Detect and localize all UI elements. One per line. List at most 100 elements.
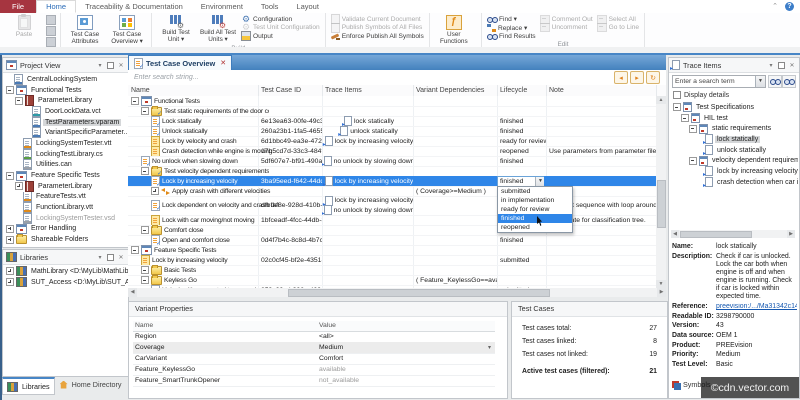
close-icon[interactable]: ✕ <box>117 254 125 261</box>
dropdown-option[interactable]: submitted <box>498 187 572 196</box>
panel-menu-icon[interactable]: ▾ <box>767 62 775 69</box>
find-button[interactable]: Find ▾ <box>485 15 538 24</box>
horizontal-scrollbar[interactable]: ◀ ▶ <box>128 288 666 297</box>
project-item-testparameters-vparam[interactable]: TestParameters.vparam <box>3 117 128 128</box>
panel-menu-icon[interactable]: ▾ <box>96 254 104 261</box>
trace-tree-scrollbar[interactable]: ◀ ▶ <box>671 230 795 238</box>
project-item-feature-specific-tests[interactable]: Feature Specific Tests <box>3 170 128 181</box>
expander-icon[interactable] <box>6 278 14 286</box>
expander-icon[interactable] <box>141 266 149 274</box>
detail-value[interactable]: preevision:/.../Ma31342c143ae... <box>716 303 797 311</box>
library-item-mathlibrary-d-mylib-mathlibr-[interactable]: MathLibrary <D:\MyLib\MathLibr... <box>3 266 128 277</box>
close-icon[interactable]: ✕ <box>788 62 796 69</box>
dropdown-option[interactable]: ready for review <box>498 205 572 214</box>
find-all-button[interactable] <box>782 75 796 88</box>
scroll-down-icon[interactable]: ▼ <box>656 280 666 288</box>
project-item-functionlibrary-vtt[interactable]: FunctionLibrary.vtt <box>3 202 128 213</box>
scrollbar-thumb[interactable] <box>680 231 752 238</box>
project-item-error-handling[interactable]: Error Handling <box>3 224 128 235</box>
expander-icon[interactable] <box>151 187 159 195</box>
project-item-utilities-can[interactable]: Utilities.can <box>3 160 128 171</box>
test-case-attributes-button[interactable]: Test Case Attributes <box>64 14 106 47</box>
ribbon-tab-tools[interactable]: Tools <box>252 0 288 13</box>
scrollbar-thumb[interactable] <box>288 289 550 297</box>
trace-item-crash-detection-when-car-is-moving[interactable]: crash detection when car is moving <box>670 177 798 188</box>
expander-icon[interactable] <box>6 86 14 94</box>
chevron-down-icon[interactable]: ▾ <box>488 344 491 351</box>
dropdown-option[interactable]: finished <box>498 214 572 223</box>
trace-item-velocity-dependent-requirements[interactable]: velocity dependent requirements <box>670 155 798 166</box>
ribbon-tab-file[interactable]: File <box>0 0 36 13</box>
column-header-name[interactable]: Name <box>128 85 259 96</box>
refresh-button[interactable]: ↻ <box>646 71 660 84</box>
trace-item-lock-by-increasing-velocity[interactable]: lock by increasing velocity <box>670 166 798 177</box>
scroll-up-icon[interactable]: ▲ <box>656 96 666 104</box>
collapse-ribbon-icon[interactable]: ⌃ <box>771 3 779 11</box>
trace-item-hil-test[interactable]: HIL test <box>670 113 798 124</box>
trace-item-lock-statically[interactable]: lock statically <box>670 134 798 145</box>
trace-item-static-requirements[interactable]: static requirements <box>670 123 798 134</box>
project-item-lockingsystemtester-vtt[interactable]: LockingSystemTester.vtt <box>3 138 128 149</box>
project-item-shareable-folders[interactable]: Shareable Folders <box>3 234 128 245</box>
test-case-overview-button[interactable]: Test Case Overview ▾ <box>106 14 148 47</box>
chevron-down-icon[interactable]: ▼ <box>535 177 544 186</box>
trace-search-combo[interactable]: Enter a search term ▼ <box>672 75 766 88</box>
checkbox-icon[interactable] <box>673 91 681 99</box>
enforce-publish-all-symbols-button[interactable]: Enforce Publish All Symbols <box>329 32 426 41</box>
project-item-featuretests-vtt[interactable]: FeatureTests.vtt <box>3 192 128 203</box>
expander-icon[interactable] <box>131 246 139 254</box>
ribbon-tab-layout[interactable]: Layout <box>287 0 328 13</box>
variant-row-feature_smarttrunkopener[interactable]: Feature_SmartTrunkOpenernot_available <box>133 375 495 387</box>
column-header-variant-dependencies[interactable]: Variant Dependencies <box>413 85 498 96</box>
library-item-sut-access-d-mylib-sut-ac-[interactable]: SUT_Access <D:\MyLib\SUT_Ac... <box>3 277 128 288</box>
column-header-value[interactable]: Value <box>319 322 336 329</box>
expander-icon[interactable] <box>15 97 23 105</box>
output-button[interactable]: Output <box>239 32 322 41</box>
trace-item-unlock-statically[interactable]: unlock statically <box>670 145 798 156</box>
dock-tab-libraries[interactable]: Libraries <box>2 377 55 395</box>
help-icon[interactable]: ? <box>785 2 794 11</box>
expander-icon[interactable] <box>673 103 681 111</box>
table-row[interactable]: Lock by increasing velocity3ba95eed-f642… <box>128 176 656 187</box>
dropdown-option[interactable]: reopened <box>498 223 572 232</box>
expander-icon[interactable] <box>131 97 139 105</box>
expander-icon[interactable] <box>141 226 149 234</box>
replace-button[interactable]: Replace ▾ <box>485 24 538 33</box>
project-item-lockingsystemtester-vsd[interactable]: LockingSystemTester.vsd <box>3 213 128 224</box>
expander-icon[interactable] <box>6 267 14 275</box>
expander-icon[interactable] <box>141 107 149 115</box>
scroll-left-icon[interactable]: ◀ <box>128 288 137 297</box>
project-item-centrallockingsystem[interactable]: CentralLockingSystem <box>3 74 128 85</box>
expander-icon[interactable] <box>681 114 689 122</box>
table-row[interactable]: Lock dependent on velocity and crash det… <box>128 196 656 216</box>
find-button[interactable] <box>768 75 782 88</box>
search-input[interactable]: Enter search string... <box>128 74 614 81</box>
column-header-lifecycle[interactable]: Lifecycle <box>497 85 547 96</box>
close-icon[interactable]: ✕ <box>117 62 125 69</box>
column-header-trace-items[interactable]: Trace Items <box>322 85 414 96</box>
trace-item-test-specifications[interactable]: Test Specifications <box>670 102 798 113</box>
scrollbar-thumb[interactable] <box>657 180 666 228</box>
project-item-functional-tests[interactable]: Functional Tests <box>3 85 128 96</box>
project-item-lockingtestlibrary-cs[interactable]: LockingTestLibrary.cs <box>3 149 128 160</box>
expander-icon[interactable] <box>6 172 14 180</box>
scroll-left-icon[interactable]: ◀ <box>671 230 679 238</box>
ribbon-tab-environment[interactable]: Environment <box>192 0 252 13</box>
build-all-test-units-button[interactable]: Build All Test Units ▾ <box>197 14 239 45</box>
pin-icon[interactable] <box>778 62 785 69</box>
expander-icon[interactable] <box>141 167 149 175</box>
scroll-right-icon[interactable]: ▶ <box>657 288 666 297</box>
expander-icon[interactable] <box>6 236 14 244</box>
lifecycle-combobox[interactable]: finished▼ <box>497 176 544 186</box>
unlink-trace-item-button[interactable]: ▸ <box>630 71 644 84</box>
project-item-parameterlibrary[interactable]: ParameterLibrary <box>3 95 128 106</box>
project-item-doorlockdata-vct[interactable]: DoorLockData.vct <box>3 106 128 117</box>
build-test-unit-button[interactable]: Build Test Unit ▾ <box>155 14 197 45</box>
column-header-name[interactable]: Name <box>135 322 153 329</box>
project-item-variantspecificparameter-[interactable]: VariantSpecificParameter... <box>3 127 128 138</box>
ribbon-tab-home[interactable]: Home <box>36 0 76 13</box>
display-details-option[interactable]: Display details <box>673 91 729 99</box>
close-tab-icon[interactable]: ✕ <box>220 59 226 67</box>
project-item-parameterlibrary[interactable]: ParameterLibrary <box>3 181 128 192</box>
dock-tab-home-directory[interactable]: Home Directory <box>56 377 126 392</box>
